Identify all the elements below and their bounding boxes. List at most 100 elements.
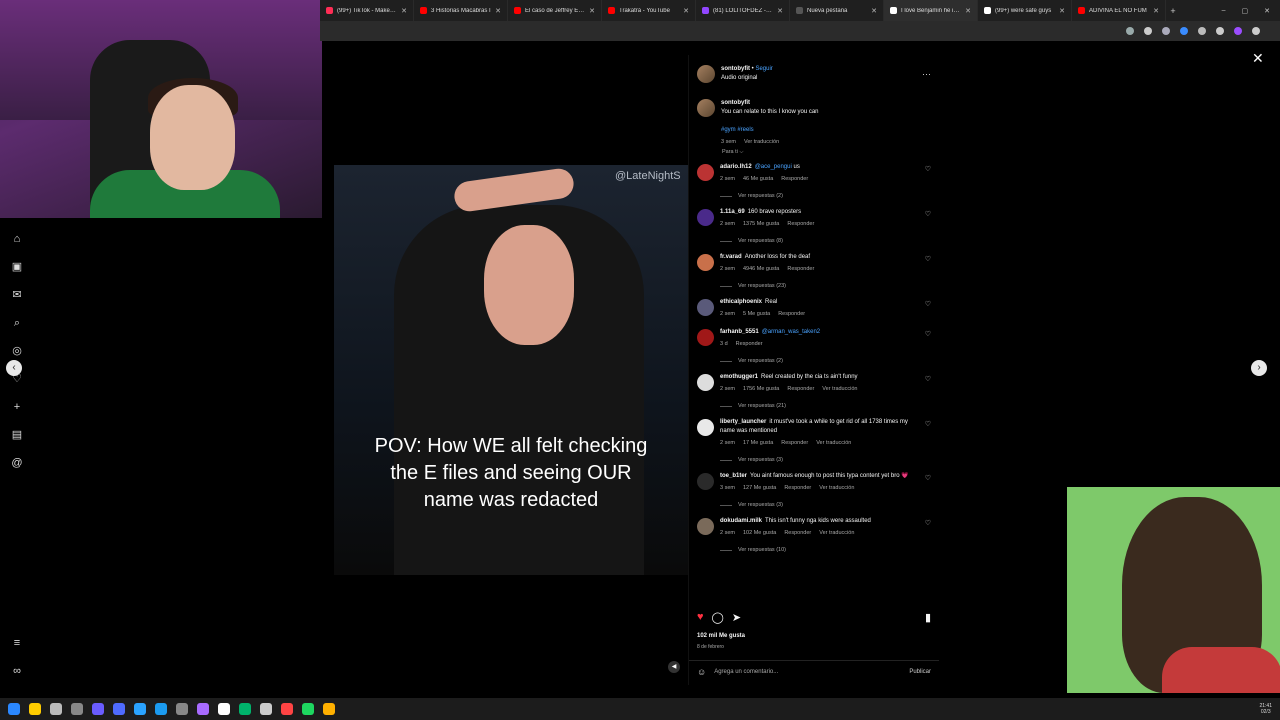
taskbar-app-icon[interactable] (323, 703, 335, 715)
publish-button[interactable]: Publicar (909, 669, 931, 675)
comment-likes[interactable]: 1756 Me gusta (743, 386, 779, 392)
commenter-username[interactable]: farhanb_5551 (720, 329, 759, 335)
browser-tab[interactable]: (99+) TikTok - Make Yo ✕ (320, 0, 414, 21)
caption-translate-link[interactable]: Ver traducción (744, 139, 779, 145)
cast-icon[interactable] (1126, 27, 1134, 35)
follow-button[interactable]: Seguir (755, 66, 772, 72)
taskbar-app-icon[interactable] (71, 703, 83, 715)
messages-icon[interactable]: ✉ (10, 288, 24, 302)
home-icon[interactable]: ⌂ (10, 232, 24, 246)
tab-close-icon[interactable]: ✕ (965, 7, 971, 15)
comment-like-icon[interactable]: ♡ (925, 420, 931, 429)
caption-hashtags[interactable]: #gym #reels (721, 126, 819, 135)
mute-icon[interactable]: ◀ (668, 661, 680, 673)
more-menu-icon[interactable]: ≡ (10, 636, 24, 650)
tab-close-icon[interactable]: ✕ (871, 7, 877, 15)
new-tab-button[interactable]: + (1166, 6, 1180, 16)
commenter-username[interactable]: emothugger1 (720, 374, 758, 380)
author-avatar[interactable] (697, 65, 715, 83)
reply-link[interactable]: Responder (787, 386, 814, 392)
commenter-username[interactable]: dokudami.milk (720, 518, 762, 524)
taskbar-app-icon[interactable] (92, 703, 104, 715)
view-replies-link[interactable]: Ver respuestas (8) (720, 238, 935, 244)
maximize-button[interactable]: ▢ (1242, 7, 1249, 15)
reel-video[interactable]: @LateNightS POV: How WE all felt checkin… (334, 55, 688, 685)
view-replies-link[interactable]: Ver respuestas (3) (720, 502, 935, 508)
comment-icon[interactable]: ◯ (712, 611, 724, 627)
reply-link[interactable]: Responder (787, 221, 814, 227)
comment-likes[interactable]: 5 Me gusta (743, 311, 770, 317)
search-icon[interactable] (29, 703, 41, 715)
translate-link[interactable]: Ver traducción (822, 386, 857, 392)
view-replies-link[interactable]: Ver respuestas (21) (720, 403, 935, 409)
comment-likes[interactable]: 102 Me gusta (743, 530, 776, 536)
comment-like-icon[interactable]: ♡ (925, 330, 931, 339)
previous-post-button[interactable]: ‹ (6, 360, 22, 376)
tab-close-icon[interactable]: ✕ (777, 7, 783, 15)
tab-close-icon[interactable]: ✕ (1153, 7, 1159, 15)
comment-like-icon[interactable]: ♡ (925, 375, 931, 384)
comment-like-icon[interactable]: ♡ (925, 300, 931, 309)
search-icon[interactable]: ⌕ (10, 316, 24, 330)
emoji-icon[interactable]: ☺ (697, 667, 706, 677)
view-replies-link[interactable]: Ver respuestas (2) (720, 358, 935, 364)
reply-link[interactable]: Responder (781, 440, 808, 446)
commenter-username[interactable]: ethicalphoenix (720, 299, 762, 305)
extension-icon[interactable] (1180, 27, 1188, 35)
commenter-username[interactable]: 1.11a_69 (720, 209, 745, 215)
comment-mention[interactable]: @ace_pengui (755, 164, 792, 170)
tab-close-icon[interactable]: ✕ (1059, 7, 1065, 15)
browser-tab[interactable]: (81) LOLITOFDEZ - Twi ✕ (696, 0, 790, 21)
comment-likes[interactable]: 17 Me gusta (743, 440, 773, 446)
view-replies-link[interactable]: Ver respuestas (3) (720, 457, 935, 463)
comment-input[interactable]: Agrega un comentario... (714, 669, 901, 675)
create-icon[interactable]: + (10, 400, 24, 414)
commenter-avatar[interactable] (697, 419, 714, 436)
reply-link[interactable]: Responder (781, 176, 808, 182)
explore-icon[interactable]: ◎ (10, 344, 24, 358)
meta-icon[interactable]: ∞ (10, 664, 24, 678)
commenter-avatar[interactable] (697, 518, 714, 535)
comment-like-icon[interactable]: ♡ (925, 165, 931, 174)
commenter-username[interactable]: fr.varad (720, 254, 742, 260)
taskbar-app-icon[interactable] (50, 703, 62, 715)
comment-like-icon[interactable]: ♡ (925, 519, 931, 528)
caption-username[interactable]: sontobyfit (721, 99, 750, 108)
tab-close-icon[interactable]: ✕ (401, 7, 407, 15)
browser-tab[interactable]: (99+) were safe guys ✕ (978, 0, 1072, 21)
taskbar-app-icon[interactable] (239, 703, 251, 715)
commenter-avatar[interactable] (697, 329, 714, 346)
commenter-avatar[interactable] (697, 299, 714, 316)
like-icon[interactable]: ♥ (697, 611, 704, 627)
commenter-avatar[interactable] (697, 473, 714, 490)
comment-like-icon[interactable]: ♡ (925, 474, 931, 483)
translate-link[interactable]: Ver traducción (816, 440, 851, 446)
audio-label[interactable]: Audio original (721, 74, 773, 83)
taskbar-app-icon[interactable] (155, 703, 167, 715)
view-replies-link[interactable]: Ver respuestas (10) (720, 547, 935, 553)
comment-like-icon[interactable]: ♡ (925, 210, 931, 219)
author-avatar[interactable] (697, 99, 715, 117)
more-options-icon[interactable]: ··· (922, 69, 931, 79)
taskbar-app-icon[interactable] (176, 703, 188, 715)
tab-close-icon[interactable]: ✕ (495, 7, 501, 15)
taskbar-app-icon[interactable] (113, 703, 125, 715)
comment-likes[interactable]: 1375 Me gusta (743, 221, 779, 227)
translate-link[interactable]: Ver traducción (819, 485, 854, 491)
taskbar-app-icon[interactable] (197, 703, 209, 715)
comment-like-icon[interactable]: ♡ (925, 255, 931, 264)
browser-tab[interactable]: Nueva pestaña ✕ (790, 0, 884, 21)
taskbar-app-icon[interactable] (281, 703, 293, 715)
close-modal-button[interactable]: ✕ (1252, 50, 1264, 67)
view-replies-link[interactable]: Ver respuestas (23) (720, 283, 935, 289)
extension-icon[interactable] (1162, 27, 1170, 35)
browser-tab[interactable]: ADIVINA EL NO FUM ✕ (1072, 0, 1166, 21)
commenter-username[interactable]: toe_b1ter (720, 473, 747, 479)
commenter-avatar[interactable] (697, 254, 714, 271)
bookmark-star-icon[interactable] (1144, 27, 1152, 35)
taskbar-app-icon[interactable] (260, 703, 272, 715)
translate-link[interactable]: Ver traducción (819, 530, 854, 536)
reply-link[interactable]: Responder (784, 485, 811, 491)
browser-tab[interactable]: Trakatrá - YouTube ✕ (602, 0, 696, 21)
extensions-puzzle-icon[interactable] (1198, 27, 1206, 35)
